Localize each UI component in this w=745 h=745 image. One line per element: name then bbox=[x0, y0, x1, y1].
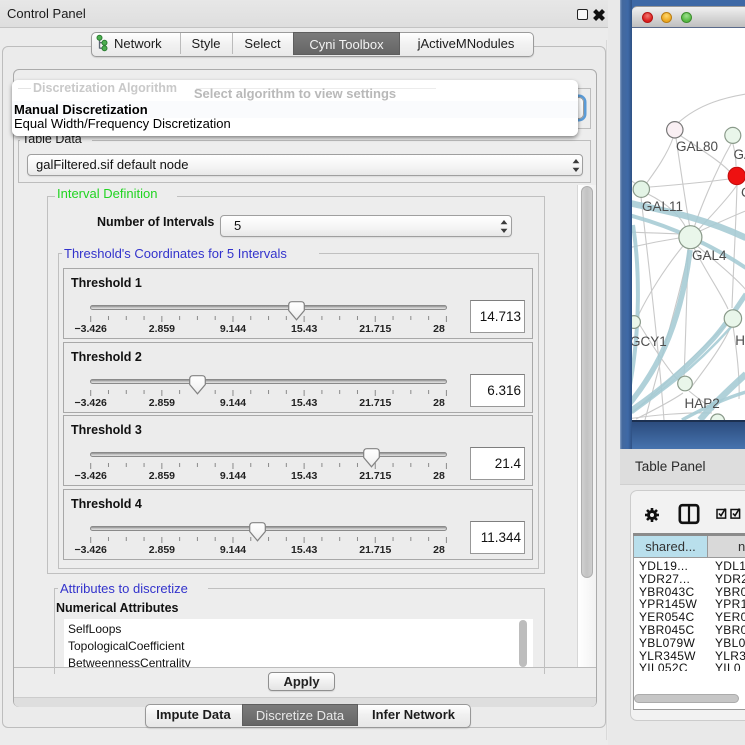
svg-text:H: H bbox=[735, 333, 745, 348]
svg-text:HAP2: HAP2 bbox=[685, 396, 720, 411]
svg-text:GAL4: GAL4 bbox=[692, 248, 727, 263]
svg-text:GCY1: GCY1 bbox=[632, 334, 667, 349]
svg-text:GA: GA bbox=[734, 147, 745, 162]
svg-text:GAL80: GAL80 bbox=[676, 139, 718, 154]
svg-text:GAL11: GAL11 bbox=[642, 199, 683, 214]
svg-text:C: C bbox=[741, 185, 745, 200]
